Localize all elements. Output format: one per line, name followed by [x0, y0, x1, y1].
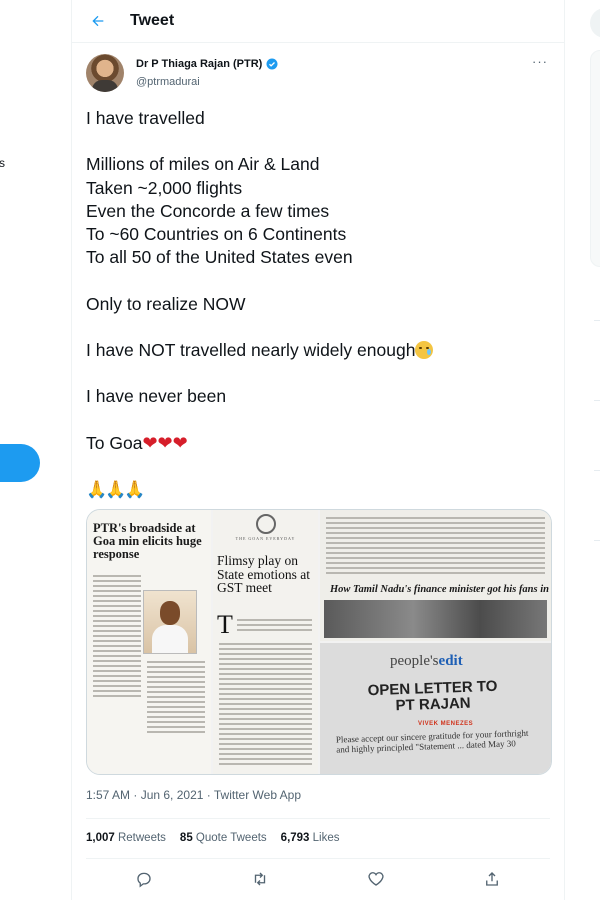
- newspaper-clipping-1[interactable]: PTR's broadside at Goa min elicits huge …: [87, 510, 211, 774]
- clipping-dropcap: T: [217, 610, 233, 639]
- heart-icon: [368, 872, 384, 886]
- tweet-timestamp[interactable]: 1:57 AM · Jun 6, 2021 · Twitter Web App: [86, 788, 301, 802]
- tweet-line: Millions of miles on Air & Land: [86, 154, 320, 175]
- tweet-line: To all 50 of the United States even: [86, 247, 353, 268]
- divider: [86, 818, 550, 819]
- avatar[interactable]: [86, 54, 124, 92]
- tweet-actions: [86, 868, 550, 892]
- right-rail-divider: [594, 470, 600, 471]
- clipping-section-title: people'sedit: [390, 653, 463, 669]
- clipping-headline: OPEN LETTER TO PT RAJAN: [367, 677, 498, 715]
- clipping-photo: [143, 590, 197, 654]
- newspaper-clipping-4[interactable]: people'sedit OPEN LETTER TO PT RAJAN VIV…: [320, 643, 551, 774]
- tweet-text: I have travelled Millions of miles on Ai…: [86, 107, 550, 501]
- tweet-stats: 1,007 Retweets 85 Quote Tweets 6,793 Lik…: [86, 832, 340, 844]
- clipping-byline: VIVEK MENEZES: [418, 721, 474, 727]
- tweet-line: I have NOT travelled nearly widely enoug…: [86, 339, 550, 362]
- clipping-headline: PTR's broadside at Goa min elicits huge …: [93, 521, 202, 561]
- right-rail-divider: [594, 540, 600, 541]
- author-name[interactable]: Dr P Thiaga Rajan (PTR): [136, 58, 262, 70]
- right-rail-divider: [594, 320, 600, 321]
- red-heart-icon: ❤❤❤: [142, 432, 188, 453]
- divider: [86, 858, 550, 859]
- reply-button[interactable]: [133, 868, 155, 890]
- likes-stat[interactable]: 6,793 Likes: [281, 832, 340, 844]
- folded-hands-icon: 🙏🙏🙏: [86, 479, 146, 499]
- author-handle[interactable]: @ptrmadurai: [136, 76, 200, 88]
- more-options-button[interactable]: ···: [532, 54, 548, 69]
- tweet-line: To ~60 Countries on 6 Continents: [86, 224, 347, 245]
- clipping-headline: Flimsy play on State emotions at GST mee…: [217, 553, 310, 595]
- tweet-line: I have travelled: [86, 108, 205, 128]
- retweet-button[interactable]: [249, 868, 271, 890]
- share-button[interactable]: [481, 868, 503, 890]
- reply-icon: [137, 872, 151, 888]
- newspaper-clipping-2[interactable]: THE GOAN EVERYDAY Flimsy play on State e…: [213, 510, 318, 774]
- tweet-compose-button[interactable]: [0, 444, 40, 482]
- author-name-row[interactable]: Dr P Thiaga Rajan (PTR): [136, 58, 278, 70]
- retweets-stat[interactable]: 1,007 Retweets: [86, 832, 166, 844]
- right-rail-divider: [594, 400, 600, 401]
- tweet-author: Dr P Thiaga Rajan (PTR) @ptrmadurai ···: [86, 52, 552, 94]
- clipping-body: Please accept our sincere gratitude for …: [335, 727, 529, 755]
- right-rail-panel: [590, 50, 600, 267]
- main-column: Tweet Dr P Thiaga Rajan (PTR) @ptrmadura…: [71, 0, 565, 900]
- crying-face-icon: [415, 341, 434, 360]
- like-button[interactable]: [365, 868, 387, 890]
- tweet-media[interactable]: PTR's broadside at Goa min elicits huge …: [86, 509, 552, 775]
- clipping-headline: How Tamil Nadu's finance minister got hi…: [330, 584, 551, 595]
- tweet-line: Only to realize NOW: [86, 293, 246, 314]
- back-arrow-icon: [92, 15, 104, 27]
- tweet-line: To Goa❤❤❤: [86, 432, 188, 453]
- quote-tweets-stat[interactable]: 85 Quote Tweets: [180, 832, 267, 844]
- share-icon: [486, 872, 498, 886]
- tweet-line: Even the Concorde a few times: [86, 200, 330, 221]
- newspaper-logo-icon: [256, 514, 276, 534]
- newspaper-clipping-3[interactable]: How Tamil Nadu's finance minister got hi…: [320, 510, 551, 641]
- retweet-icon: [254, 872, 266, 886]
- clipping-masthead: THE GOAN EVERYDAY: [235, 536, 296, 541]
- tweet-line: Taken ~2,000 flights: [86, 177, 243, 198]
- page-title: Tweet: [130, 12, 175, 29]
- right-rail-search[interactable]: [590, 8, 600, 38]
- tweet-line: I have never been: [86, 386, 227, 407]
- back-button[interactable]: [86, 9, 110, 33]
- clipping-photo: [324, 600, 547, 638]
- verified-badge-icon: [266, 58, 278, 70]
- left-nav-partial-text: s: [0, 156, 5, 170]
- page-header: Tweet: [72, 0, 564, 43]
